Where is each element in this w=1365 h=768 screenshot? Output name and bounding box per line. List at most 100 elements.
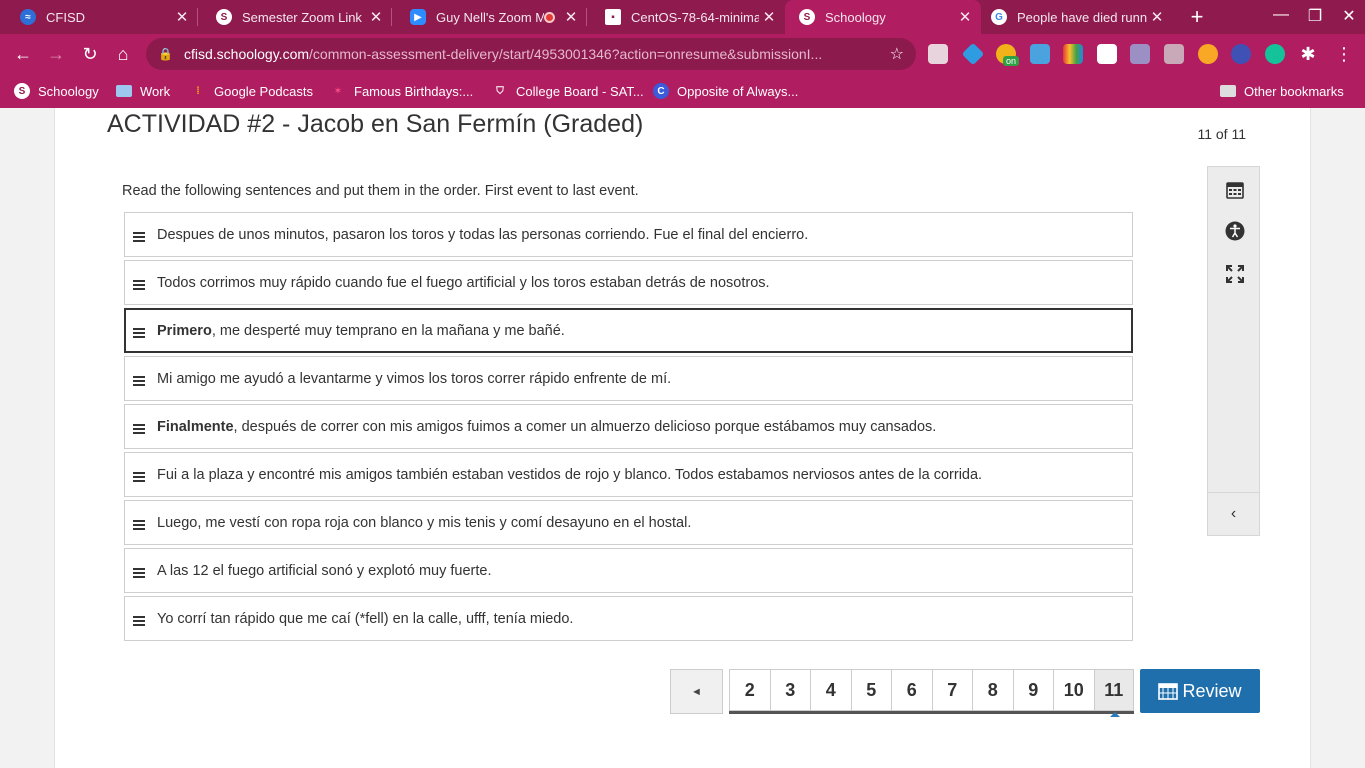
accessibility-icon[interactable] [1224, 220, 1246, 242]
close-tab-icon[interactable]: ✕ [955, 8, 975, 26]
close-tab-icon[interactable]: ✕ [561, 8, 581, 26]
order-item-text: Despues de unos minutos, pasaron los tor… [157, 227, 808, 243]
order-item[interactable]: Luego, me vestí con ropa roja con blanco… [124, 500, 1133, 545]
extension-icon[interactable] [961, 42, 985, 66]
order-item[interactable]: Fui a la plaza y encontré mis amigos tam… [124, 452, 1133, 497]
bookmark-schoology[interactable]: S Schoology [14, 81, 99, 101]
order-item-body: Luego, me vestí con ropa roja con blanco… [157, 514, 692, 531]
bookmark-label: Schoology [38, 83, 99, 99]
order-item[interactable]: Mi amigo me ayudó a levantarme y vimos l… [124, 356, 1133, 401]
other-bookmarks-label: Other bookmarks [1244, 83, 1344, 99]
extension-icon[interactable] [1231, 44, 1251, 64]
drag-handle-icon[interactable] [133, 471, 145, 483]
bookmark-star-icon[interactable]: ☆ [890, 44, 904, 64]
order-item-body: , después de correr con mis amigos fuimo… [233, 418, 937, 435]
extension-icon[interactable] [1198, 44, 1218, 64]
close-tab-icon[interactable]: ✕ [759, 8, 779, 26]
back-icon[interactable]: ← [12, 43, 34, 65]
other-bookmarks[interactable]: Other bookmarks [1220, 81, 1344, 101]
new-tab-button[interactable]: + [1185, 4, 1209, 30]
fullscreen-icon[interactable] [1224, 263, 1246, 285]
bookmark-work[interactable]: Work [116, 81, 170, 101]
order-item[interactable]: A las 12 el fuego artificial sonó y expl… [124, 548, 1133, 593]
close-tab-icon[interactable]: ✕ [366, 8, 386, 26]
close-window-icon[interactable]: ✕ [1334, 6, 1364, 26]
page-title: ACTIVIDAD #2 - Jacob en San Fermín (Grad… [107, 110, 644, 138]
minimize-icon[interactable]: — [1266, 6, 1296, 24]
page-number-button[interactable]: 7 [931, 669, 972, 711]
drag-handle-icon[interactable] [133, 519, 145, 531]
drag-handle-icon[interactable] [133, 423, 145, 435]
extension-icon[interactable] [1097, 44, 1117, 64]
folder-icon [1220, 85, 1236, 97]
extension-icon[interactable] [1030, 44, 1050, 64]
page-number-button[interactable]: 11 [1093, 669, 1134, 717]
menu-kebab-icon[interactable]: ⋮ [1333, 43, 1355, 65]
order-item-body: A las 12 el fuego artificial sonó y expl… [157, 562, 492, 579]
drag-handle-icon[interactable] [133, 327, 145, 339]
calculator-icon[interactable] [1224, 179, 1246, 201]
shield-icon: ⛉ [496, 85, 504, 97]
browser-tab[interactable]: ▪ CentOS-78-64-minimal ✕ [587, 0, 785, 34]
google-icon: G [991, 9, 1007, 25]
order-item-body: Mi amigo me ayudó a levantarme y vimos l… [157, 370, 672, 387]
browser-tab[interactable]: ≈ CFISD ✕ [0, 0, 198, 34]
schoology-icon: S [216, 9, 232, 25]
page-numbers: 2 3 4 5 6 7 8 9 10 11 [729, 669, 1134, 717]
page-number-button[interactable]: 10 [1053, 669, 1094, 711]
page-number-button[interactable]: 6 [891, 669, 932, 711]
collapse-panel-icon[interactable]: ‹ [1208, 492, 1259, 535]
tab-title: CentOS-78-64-minimal [631, 9, 759, 25]
extension-icon[interactable] [928, 44, 948, 64]
previous-page-button[interactable]: ◄ [670, 669, 723, 714]
bookmark-opposite-of-always[interactable]: C Opposite of Always... [653, 81, 798, 101]
close-tab-icon[interactable]: ✕ [1147, 8, 1167, 26]
extension-icon[interactable] [1130, 44, 1150, 64]
page-number-button[interactable]: 2 [729, 669, 770, 711]
forward-icon[interactable]: → [45, 43, 67, 65]
bookmark-label: College Board - SAT... [516, 83, 644, 99]
document-icon: ▪ [605, 9, 621, 25]
tab-title: People have died runn [1017, 9, 1147, 25]
page-number-button[interactable]: 8 [972, 669, 1013, 711]
page-number-button[interactable]: 4 [810, 669, 851, 711]
order-item[interactable]: Yo corrí tan rápido que me caí (*fell) e… [124, 596, 1133, 641]
browser-toolbar: ← → ↻ ⌂ 🔒 cfisd.schoology.com/common-ass… [0, 34, 1365, 74]
browser-tab[interactable]: G People have died runn ✕ [981, 0, 1173, 34]
review-button[interactable]: Review [1140, 669, 1260, 713]
tab-title: Semester Zoom Link | [242, 9, 366, 25]
recording-icon [544, 11, 555, 23]
order-item[interactable]: Finalmente, después de correr con mis am… [124, 404, 1133, 449]
order-item[interactable]: Primero, me desperté muy temprano en la … [124, 308, 1133, 353]
drag-handle-icon[interactable] [133, 231, 145, 243]
bookmark-google-podcasts[interactable]: ⁞ Google Podcasts [190, 81, 313, 101]
address-bar[interactable]: 🔒 cfisd.schoology.com/common-assessment-… [146, 38, 916, 70]
extension-icon[interactable] [1164, 44, 1184, 64]
bookmarks-bar: S Schoology Work ⁞ Google Podcasts ✶ Fam… [0, 74, 1365, 108]
page-number-button[interactable]: 3 [769, 669, 810, 711]
bookmark-famous-birthdays[interactable]: ✶ Famous Birthdays:... [330, 81, 473, 101]
page-number-button[interactable]: 9 [1012, 669, 1053, 711]
close-tab-icon[interactable]: ✕ [172, 8, 192, 26]
extensions-puzzle-icon[interactable]: ✱ [1297, 43, 1319, 65]
order-item-text: Finalmente, después de correr con mis am… [157, 419, 936, 435]
order-item-text: Primero, me desperté muy temprano en la … [157, 323, 565, 339]
drag-handle-icon[interactable] [133, 615, 145, 627]
reload-icon[interactable]: ↻ [79, 43, 101, 65]
drag-handle-icon[interactable] [133, 567, 145, 579]
bookmark-college-board[interactable]: ⛉ College Board - SAT... [492, 81, 644, 101]
drag-handle-icon[interactable] [133, 375, 145, 387]
schoology-icon: S [799, 9, 815, 25]
browser-tab[interactable]: S Semester Zoom Link | ✕ [198, 0, 392, 34]
browser-tab[interactable]: ▶ Guy Nell's Zoom M ✕ [392, 0, 587, 34]
extension-icon[interactable] [1063, 44, 1083, 64]
maximize-icon[interactable]: ❐ [1300, 6, 1330, 26]
browser-tab-active[interactable]: S Schoology ✕ [785, 0, 981, 34]
home-icon[interactable]: ⌂ [112, 43, 134, 65]
drag-handle-icon[interactable] [133, 279, 145, 291]
zoom-icon: ▶ [410, 9, 426, 25]
grammarly-icon[interactable] [1265, 44, 1285, 64]
page-number-button[interactable]: 5 [850, 669, 891, 711]
order-item[interactable]: Despues de unos minutos, pasaron los tor… [124, 212, 1133, 257]
order-item[interactable]: Todos corrimos muy rápido cuando fue el … [124, 260, 1133, 305]
